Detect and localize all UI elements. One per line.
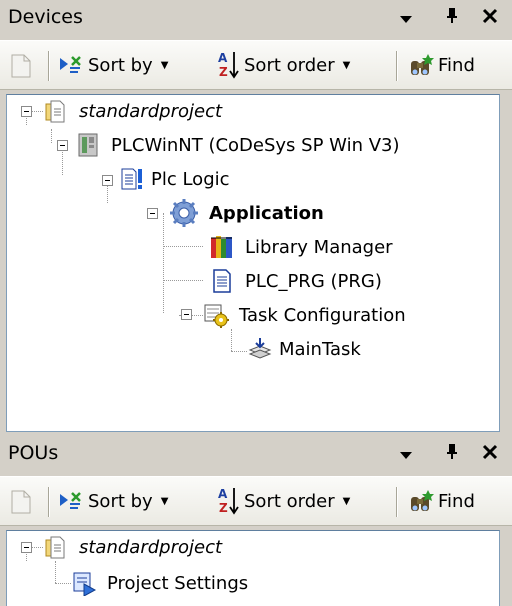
tree-node-label: Task Configuration	[239, 304, 406, 326]
collapse-toggle[interactable]	[102, 175, 113, 186]
sort-by-button[interactable]: Sort by ▼	[58, 41, 168, 89]
sort-by-label: Sort by	[88, 54, 153, 76]
tree-node-standardproject[interactable]: standardproject	[43, 531, 222, 563]
close-icon[interactable]	[476, 4, 504, 34]
collapse-toggle[interactable]	[21, 106, 32, 117]
dropdown-icon[interactable]	[392, 440, 420, 470]
tree-node-task-configuration[interactable]: Task Configuration	[203, 299, 406, 331]
collapse-toggle[interactable]	[147, 208, 158, 219]
collapse-toggle[interactable]	[181, 309, 192, 320]
tree-node-library-manager[interactable]: Library Manager	[209, 231, 393, 263]
binoculars-icon	[408, 488, 436, 514]
new-item-icon[interactable]	[10, 41, 32, 89]
tree-node-standardproject[interactable]: standardproject	[43, 95, 222, 127]
devices-title: Devices	[8, 6, 83, 28]
pous-toolbar: Sort by ▼ AZ Sort order ▼ Find	[0, 476, 512, 526]
tree-node-label: PLC_PRG (PRG)	[245, 270, 382, 292]
sort-by-label: Sort by	[88, 490, 153, 512]
tree-node-plc-logic[interactable]: Plc Logic	[119, 163, 230, 195]
chevron-down-icon: ▼	[342, 59, 351, 71]
sort-order-label: Sort order	[244, 54, 335, 76]
plc-logic-icon	[119, 166, 145, 192]
tree-node-maintask[interactable]: MainTask	[247, 333, 361, 365]
task-config-icon	[203, 302, 229, 328]
tree-node-label: Application	[209, 202, 324, 224]
pous-titlebar: POUs	[0, 436, 512, 476]
sort-order-button[interactable]: AZ Sort order ▼	[218, 41, 350, 89]
sort-by-button[interactable]: Sort by ▼	[58, 477, 168, 525]
tree-node-label: Plc Logic	[151, 168, 230, 190]
new-item-icon[interactable]	[10, 477, 32, 525]
svg-text:A: A	[218, 487, 228, 501]
sort-by-icon	[58, 54, 82, 76]
tree-node-label: standardproject	[79, 536, 223, 558]
chevron-down-icon: ▼	[160, 495, 169, 507]
tree-node-label: Library Manager	[245, 236, 393, 258]
devices-toolbar: Sort by ▼ AZ Sort order ▼ Find	[0, 40, 512, 90]
task-icon	[247, 336, 273, 362]
tree-node-application[interactable]: Application	[169, 197, 324, 229]
sort-az-icon: AZ	[218, 50, 240, 80]
pous-panel: POUs Sort by ▼ AZ Sort order ▼ Find stan…	[0, 436, 512, 606]
gear-icon	[169, 198, 199, 228]
sort-order-label: Sort order	[244, 490, 335, 512]
pous-title: POUs	[8, 442, 59, 464]
sort-order-button[interactable]: AZ Sort order ▼	[218, 477, 350, 525]
tree-node-label: Project Settings	[107, 572, 249, 594]
svg-text:Z: Z	[219, 501, 228, 515]
devices-titlebar: Devices	[0, 0, 512, 40]
tree-node-label: MainTask	[279, 338, 361, 360]
library-icon	[209, 234, 235, 260]
collapse-toggle[interactable]	[21, 542, 32, 553]
sort-by-icon	[58, 490, 82, 512]
svg-text:A: A	[218, 51, 228, 65]
dropdown-icon[interactable]	[392, 4, 420, 34]
device-icon	[75, 132, 101, 158]
binoculars-icon	[408, 52, 436, 78]
project-icon	[43, 98, 69, 124]
tree-node-label: PLCWinNT (CoDeSys SP Win V3)	[111, 134, 400, 156]
project-icon	[43, 534, 69, 560]
svg-text:Z: Z	[219, 65, 228, 79]
chevron-down-icon: ▼	[342, 495, 351, 507]
document-icon	[209, 268, 235, 294]
find-button[interactable]: Find	[408, 477, 475, 525]
devices-panel: Devices Sort by ▼ AZ Sort order ▼ Find s…	[0, 0, 512, 436]
pin-icon[interactable]	[438, 440, 466, 470]
tree-node-plc-prg[interactable]: PLC_PRG (PRG)	[209, 265, 382, 297]
close-icon[interactable]	[476, 440, 504, 470]
tree-node-project-settings[interactable]: Project Settings	[71, 567, 248, 599]
find-button[interactable]: Find	[408, 41, 475, 89]
pin-icon[interactable]	[438, 4, 466, 34]
find-label: Find	[438, 490, 475, 512]
settings-icon	[71, 570, 97, 597]
collapse-toggle[interactable]	[57, 140, 68, 151]
sort-az-icon: AZ	[218, 486, 240, 516]
pous-tree: standardproject Project Settings	[6, 530, 500, 606]
chevron-down-icon: ▼	[160, 59, 169, 71]
devices-tree: standardproject PLCWinNT (CoDeSys SP Win…	[6, 94, 500, 432]
tree-node-plcwinnt[interactable]: PLCWinNT (CoDeSys SP Win V3)	[75, 129, 399, 161]
find-label: Find	[438, 54, 475, 76]
tree-node-label: standardproject	[79, 100, 223, 122]
